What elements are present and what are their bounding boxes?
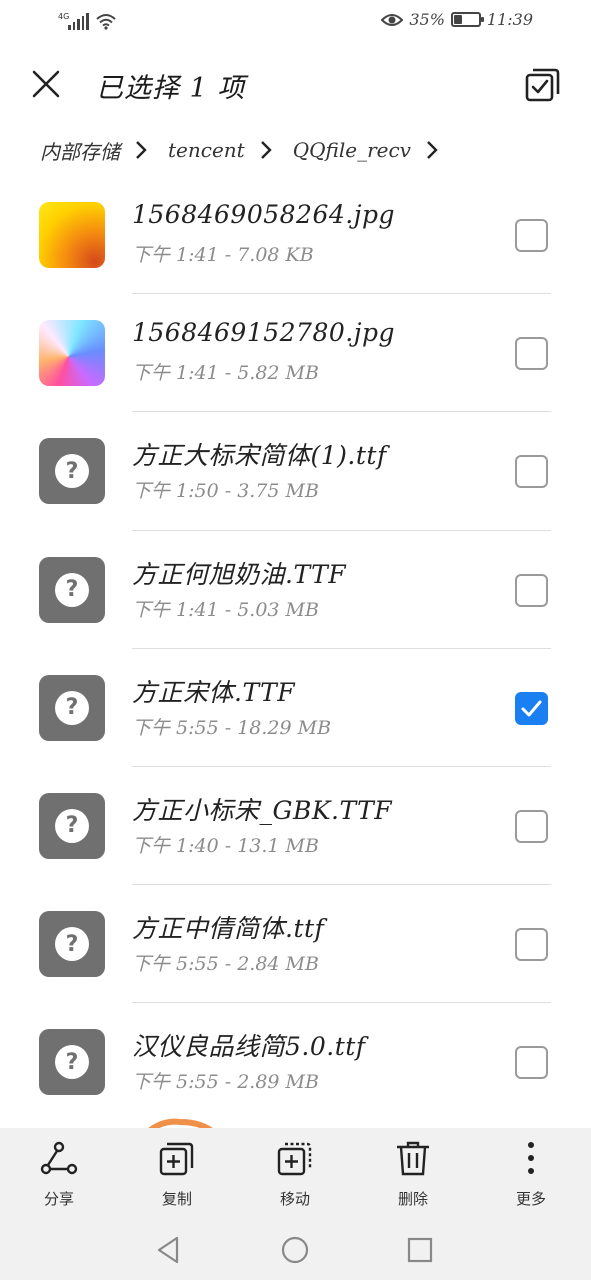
checkmark-icon: [521, 700, 542, 717]
unknown-file-icon: ?: [39, 438, 105, 505]
unknown-file-icon: ?: [39, 674, 105, 741]
file-meta: 下午 5:55 - 18.29 MB: [132, 716, 332, 739]
file-row[interactable]: ? 汉仪良品线简5.0.ttf 下午 5:55 - 2.89 MB: [0, 1003, 591, 1121]
home-icon[interactable]: [277, 1232, 313, 1268]
close-icon: [32, 70, 60, 98]
file-name: 1568469058264.jpg: [132, 200, 395, 229]
checkbox[interactable]: [515, 809, 548, 843]
unknown-file-icon: ?: [39, 1029, 105, 1096]
file-meta: 下午 1:41 - 7.08 KB: [132, 244, 314, 266]
file-name: 方正宋体.TTF: [132, 677, 296, 707]
more-label: 更多: [515, 1190, 546, 1208]
page-title: 已选择 1 项: [96, 73, 246, 104]
file-name: 方正何旭奶油.TTF: [132, 559, 347, 589]
question-mark-icon: ?: [55, 690, 89, 725]
move-icon: [277, 1142, 312, 1176]
image-thumbnail: [39, 202, 105, 268]
clock: 11:39: [486, 10, 533, 29]
more-button[interactable]: 更多: [491, 1138, 571, 1209]
copy-label: 复制: [161, 1190, 192, 1208]
select-all-button[interactable]: [523, 64, 563, 104]
chevron-right-icon: [136, 141, 147, 159]
status-bar: 4G 35% 11:39: [0, 0, 591, 44]
file-meta: 下午 1:41 - 5.82 MB: [132, 362, 319, 385]
copy-button[interactable]: 复制: [137, 1138, 217, 1209]
copy-icon: [159, 1142, 194, 1176]
battery-icon: [450, 12, 484, 27]
question-mark-icon: ?: [55, 572, 89, 607]
file-name: 1568469152780.jpg: [132, 318, 395, 348]
share-icon: [40, 1141, 78, 1175]
back-icon[interactable]: [151, 1232, 187, 1268]
file-meta: 下午 1:40 - 13.1 MB: [132, 834, 319, 857]
breadcrumb-qqfile-recv[interactable]: QQfile_recv: [293, 138, 411, 162]
system-nav-bar: [0, 1222, 591, 1280]
file-row[interactable]: 1568469152780.jpg 下午 1:41 - 5.82 MB: [0, 294, 591, 413]
battery-level: [453, 15, 462, 24]
move-label: 移动: [279, 1190, 310, 1208]
question-mark-icon: ?: [55, 1045, 89, 1080]
file-name: 方正大标宋简体(1).ttf: [132, 441, 387, 471]
unknown-file-icon: ?: [39, 792, 105, 859]
file-row[interactable]: ? 方正宋体.TTF 下午 5:55 - 18.29 MB: [0, 649, 591, 767]
eye-icon: [381, 13, 404, 26]
checkbox[interactable]: [515, 219, 548, 252]
share-button[interactable]: 分享: [19, 1138, 99, 1209]
share-label: 分享: [43, 1190, 74, 1208]
file-row[interactable]: ? 方正中倩简体.ttf 下午 5:55 - 2.84 MB: [0, 885, 591, 1004]
question-mark-icon: ?: [55, 927, 89, 962]
selection-header: 已选择 1 项: [0, 52, 591, 116]
file-name: 方正中倩简体.ttf: [132, 914, 325, 944]
delete-label: 删除: [397, 1190, 428, 1208]
wifi-icon: [95, 14, 116, 30]
move-button[interactable]: 移动: [255, 1138, 335, 1209]
battery-percent: 35%: [409, 10, 445, 29]
more-vertical-icon: [528, 1142, 534, 1174]
image-thumbnail: [39, 320, 105, 387]
unknown-file-icon: ?: [39, 911, 105, 978]
file-name: 方正小标宋_GBK.TTF: [132, 795, 393, 825]
file-row[interactable]: ? 方正大标宋简体(1).ttf 下午 1:50 - 3.75 MB: [0, 412, 591, 531]
file-meta: 下午 5:55 - 2.84 MB: [132, 953, 319, 976]
network-type: 4G: [58, 12, 70, 21]
file-row[interactable]: 1568469058264.jpg 下午 1:41 - 7.08 KB: [0, 176, 591, 295]
checkbox[interactable]: [515, 1046, 548, 1080]
chevron-right-icon: [260, 141, 272, 159]
recents-icon[interactable]: [402, 1232, 438, 1268]
status-right: 35% 11:39: [381, 10, 533, 29]
unknown-file-icon: ?: [39, 556, 105, 623]
delete-button[interactable]: 删除: [373, 1138, 453, 1209]
file-meta: 下午 1:50 - 3.75 MB: [132, 480, 319, 503]
file-name: 汉仪良品线简5.0.ttf: [132, 1032, 366, 1062]
chevron-right-icon: [427, 141, 438, 159]
checkbox[interactable]: [515, 573, 548, 607]
close-button[interactable]: [26, 64, 66, 104]
trash-icon: [397, 1141, 429, 1176]
file-meta: 下午 1:41 - 5.03 MB: [132, 598, 319, 621]
checkbox[interactable]: [515, 928, 548, 962]
file-list: 1568469058264.jpg 下午 1:41 - 7.08 KB 156846…: [0, 176, 591, 1122]
status-left: 4G: [58, 12, 117, 30]
question-mark-icon: ?: [55, 454, 89, 489]
checkbox-checked[interactable]: [515, 691, 548, 725]
breadcrumb-tencent[interactable]: tencent: [168, 138, 245, 162]
action-toolbar: 分享 复制 移动 删除 更多: [0, 1128, 591, 1222]
file-row[interactable]: ? 方正小标宋_GBK.TTF 下午 1:40 - 13.1 MB: [0, 767, 591, 886]
checkbox[interactable]: [515, 337, 548, 371]
file-meta: 下午 5:55 - 2.89 MB: [132, 1071, 319, 1094]
signal-icon: [68, 12, 89, 30]
file-row[interactable]: ? 方正何旭奶油.TTF 下午 1:41 - 5.03 MB: [0, 531, 591, 649]
checkbox[interactable]: [515, 455, 548, 489]
question-mark-icon: ?: [55, 808, 89, 843]
breadcrumb: 内部存储 tencent QQfile_recv: [40, 134, 459, 166]
breadcrumb-internal-storage[interactable]: 内部存储: [40, 136, 120, 165]
select-all-icon: [525, 68, 560, 102]
